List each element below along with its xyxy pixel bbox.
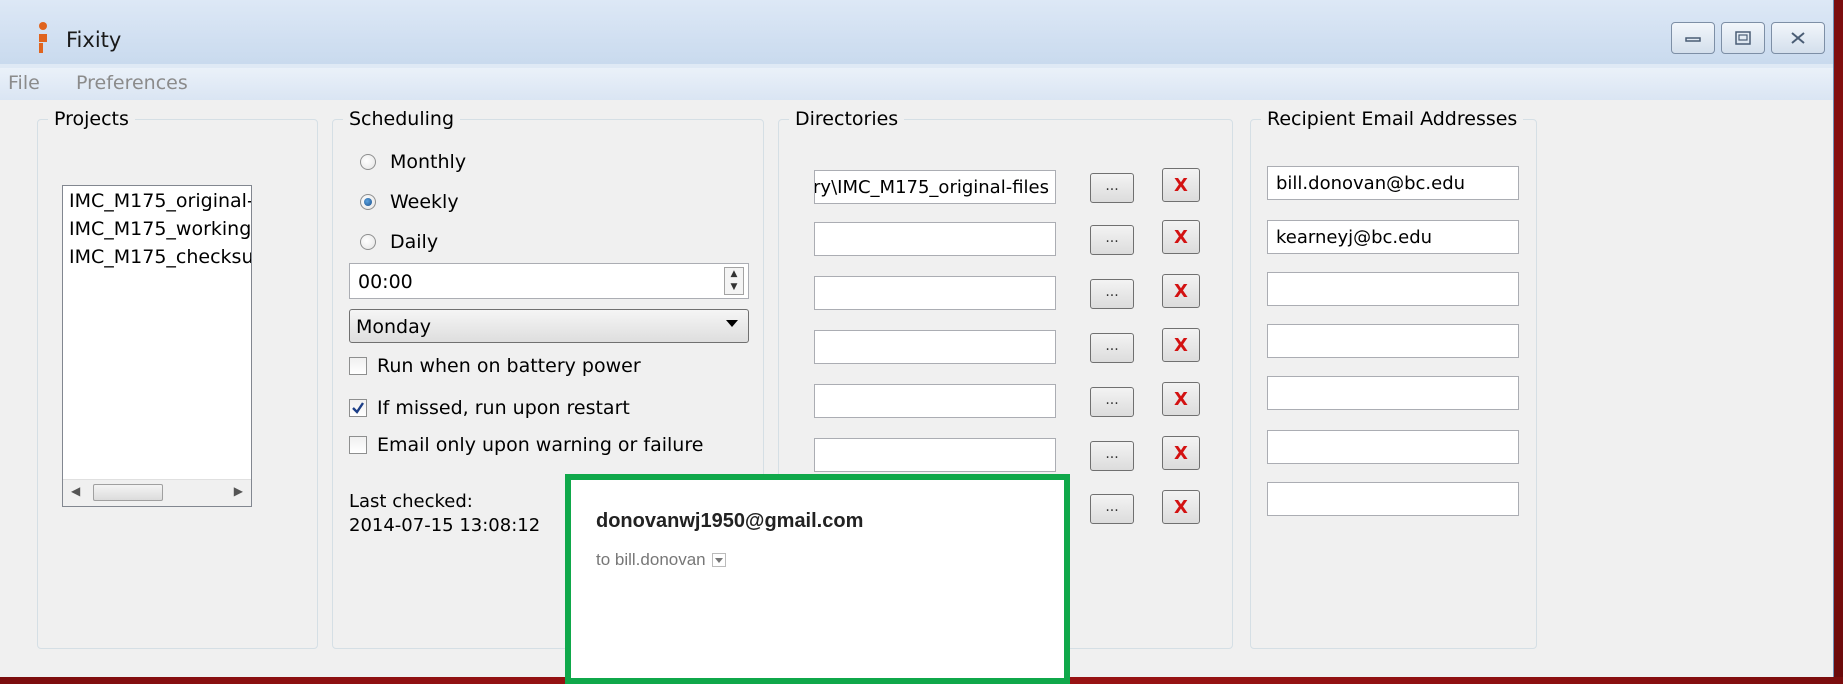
directory-field[interactable] (814, 276, 1056, 310)
chevron-down-icon (726, 320, 738, 327)
remove-directory-button[interactable]: X (1162, 168, 1200, 202)
email-field[interactable] (1267, 430, 1519, 464)
remove-directory-button[interactable]: X (1162, 436, 1200, 470)
remove-directory-button[interactable]: X (1162, 490, 1200, 524)
title-bar[interactable]: Fixity (0, 0, 1833, 64)
email-field[interactable] (1267, 482, 1519, 516)
radio-monthly-label: Monthly (390, 151, 467, 173)
fixity-logo-icon (39, 22, 47, 53)
maximize-icon (1735, 31, 1751, 45)
email-value: kearneyj@bc.edu (1276, 227, 1433, 248)
delete-x-icon: X (1174, 280, 1188, 302)
browse-button[interactable]: ... (1090, 494, 1134, 524)
email-field[interactable]: bill.donovan@bc.edu (1267, 166, 1519, 200)
projects-list[interactable]: IMC_M175_original-f IMC_M175_working- IM… (62, 185, 252, 507)
email-field[interactable] (1267, 324, 1519, 358)
delete-x-icon: X (1174, 388, 1188, 410)
browse-button[interactable]: ... (1090, 279, 1134, 309)
email-recipient: to bill.donovan (596, 550, 706, 569)
missed-checkbox[interactable] (349, 399, 367, 417)
dropdown-caret-icon[interactable] (711, 553, 726, 567)
scheduling-legend: Scheduling (349, 108, 455, 130)
radio-daily-label: Daily (390, 231, 439, 253)
list-item[interactable]: IMC_M175_working- (63, 215, 251, 243)
delete-x-icon: X (1174, 174, 1188, 196)
window-title: Fixity (66, 28, 122, 52)
email-preview-callout: donovanwj1950@gmail.com to bill.donovan (565, 474, 1070, 684)
browse-button[interactable]: ... (1090, 387, 1134, 417)
spin-up-icon[interactable]: ▲ (725, 268, 743, 281)
radio-monthly-button[interactable] (360, 154, 376, 170)
email-field[interactable] (1267, 376, 1519, 410)
remove-directory-button[interactable]: X (1162, 274, 1200, 308)
menu-file[interactable]: File (8, 72, 40, 94)
radio-weekly[interactable]: Weekly (360, 191, 459, 213)
radio-daily-button[interactable] (360, 234, 376, 250)
email-only-checkbox[interactable] (349, 436, 367, 454)
email-field[interactable]: kearneyj@bc.edu (1267, 220, 1519, 254)
fixity-window: Fixity File Preferences Projects IMC_M17… (0, 0, 1834, 684)
email-only-label: Email only upon warning or failure (377, 434, 704, 456)
radio-selected-dot (364, 198, 372, 206)
recipients-legend: Recipient Email Addresses (1267, 108, 1518, 130)
close-icon (1791, 32, 1805, 44)
radio-daily[interactable]: Daily (360, 231, 438, 253)
radio-weekly-label: Weekly (390, 191, 459, 213)
last-checked-label: Last checked: (349, 491, 473, 512)
day-select[interactable]: Monday (349, 309, 749, 343)
directory-field[interactable]: Mary\IMC_M175_original-files (814, 170, 1056, 204)
time-spinner[interactable]: ▲ ▼ (724, 267, 744, 295)
projects-legend: Projects (54, 108, 129, 130)
scroll-right-icon[interactable]: ▶ (234, 484, 243, 498)
directory-field[interactable] (814, 384, 1056, 418)
checkmark-icon (352, 402, 364, 414)
close-button[interactable] (1771, 22, 1825, 54)
browse-button[interactable]: ... (1090, 173, 1134, 203)
directory-path: Mary\IMC_M175_original-files (815, 177, 1049, 198)
checkbox-email-only[interactable]: Email only upon warning or failure (349, 434, 703, 456)
email-field[interactable] (1267, 272, 1519, 306)
directory-field[interactable] (814, 222, 1056, 256)
browse-button[interactable]: ... (1090, 333, 1134, 363)
delete-x-icon: X (1174, 334, 1188, 356)
missed-label: If missed, run upon restart (377, 397, 630, 419)
battery-label: Run when on battery power (377, 355, 641, 377)
scroll-left-icon[interactable]: ◀ (71, 484, 80, 498)
email-recipient-line: to bill.donovan (596, 550, 726, 570)
checkbox-battery[interactable]: Run when on battery power (349, 355, 641, 377)
browse-button[interactable]: ... (1090, 225, 1134, 255)
delete-x-icon: X (1174, 496, 1188, 518)
time-input[interactable]: 00:00 ▲ ▼ (349, 263, 749, 299)
browse-button[interactable]: ... (1090, 441, 1134, 471)
delete-x-icon: X (1174, 226, 1188, 248)
spin-down-icon[interactable]: ▼ (725, 281, 743, 294)
delete-x-icon: X (1174, 442, 1188, 464)
remove-directory-button[interactable]: X (1162, 220, 1200, 254)
directory-field[interactable] (814, 330, 1056, 364)
menu-preferences[interactable]: Preferences (76, 72, 188, 94)
email-value: bill.donovan@bc.edu (1276, 173, 1466, 194)
last-checked: Last checked: 2014-07-15 13:08:12 (349, 490, 540, 538)
last-checked-value: 2014-07-15 13:08:12 (349, 515, 541, 536)
directory-field[interactable] (814, 438, 1056, 472)
time-value: 00:00 (358, 271, 413, 293)
minimize-icon (1685, 37, 1701, 42)
remove-directory-button[interactable]: X (1162, 328, 1200, 362)
directories-legend: Directories (795, 108, 899, 130)
minimize-button[interactable] (1671, 22, 1715, 54)
menu-bar: File Preferences (0, 68, 1833, 101)
maximize-button[interactable] (1721, 22, 1765, 54)
list-item[interactable]: IMC_M175_original-f (63, 187, 251, 215)
scroll-thumb[interactable] (93, 484, 163, 501)
battery-checkbox[interactable] (349, 357, 367, 375)
list-item[interactable]: IMC_M175_checksur (63, 243, 251, 271)
radio-monthly[interactable]: Monthly (360, 151, 466, 173)
email-sender: donovanwj1950@gmail.com (596, 510, 864, 532)
remove-directory-button[interactable]: X (1162, 382, 1200, 416)
day-select-value: Monday (356, 316, 432, 338)
radio-weekly-button[interactable] (360, 194, 376, 210)
horizontal-scrollbar[interactable]: ◀ ▶ (63, 479, 251, 506)
checkbox-missed[interactable]: If missed, run upon restart (349, 397, 630, 419)
